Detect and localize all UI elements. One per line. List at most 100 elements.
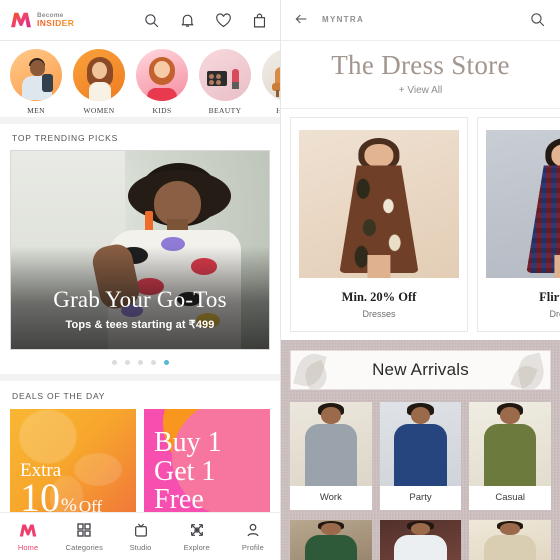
nav-label: Home [17,542,39,552]
myntra-m-icon [0,522,56,539]
arrival-label: Casual [469,485,552,510]
product-title: Flirty Fits [539,289,560,304]
category-item-men[interactable]: MEN [10,49,62,115]
deals-section-label: DEALS OF THE DAY [0,381,280,409]
nav-label: Studio [129,542,152,552]
bag-icon[interactable] [251,12,268,29]
arrival-card[interactable] [379,519,462,560]
insider-word-label: INSIDER [37,18,75,28]
nav-item-profile[interactable]: Profile [225,522,280,552]
deal-line-2: Get 1 Free [154,455,216,516]
insider-text-block: Become INSIDER [37,12,75,28]
nav-item-studio[interactable]: Studio [112,522,168,552]
nav-item-home[interactable]: Home [0,522,56,552]
product-image [299,129,459,278]
deal-line-1: Buy 1 [154,427,222,459]
product-caption: Flirty Fits Dresses [486,290,560,319]
new-arrivals-grid-row-1[interactable]: Work Party Casual [290,390,552,510]
arrival-image [469,401,552,486]
arrival-image [379,401,462,486]
deal-off-label: Off [78,497,103,516]
product-image [486,129,560,278]
category-item-beauty[interactable]: BEAUTY [199,49,251,115]
arrival-card[interactable] [469,519,552,560]
person-icon [225,522,280,539]
tv-icon [112,522,168,539]
category-label: WOMEN [83,106,115,115]
arrival-image [469,519,552,560]
myntra-home-panel: Become INSIDER MEN WOMEN KIDS BEAUTY TOP… [0,0,281,560]
nav-item-categories[interactable]: Categories [56,522,112,552]
product-card-row[interactable]: Min. 20% Off Dresses Flirty Fits Dresses [281,108,560,340]
bell-icon[interactable] [179,12,196,29]
arrival-card-work[interactable]: Work [290,401,372,510]
carousel-dot[interactable] [137,360,143,365]
product-subtitle: Dresses [362,308,396,319]
hero-text-block: Grab Your Go-Tos Tops & tees starting at… [11,287,269,331]
store-top-bar: MYNTRA [281,0,560,38]
product-title: Min. 20% Off [341,289,417,304]
nav-item-explore[interactable]: Explore [169,522,225,552]
app-screenshot: Become INSIDER MEN WOMEN KIDS BEAUTY TOP… [0,0,560,560]
nav-label: Categories [65,542,103,552]
arrival-card-party[interactable]: Party [379,401,462,510]
product-subtitle: Dresses [549,308,560,319]
model-figure [516,136,560,278]
category-label: KIDS [152,106,172,115]
deal-discount: 10 % Off [20,474,103,519]
deal-number: 10 [20,474,60,519]
category-image-kids [136,49,188,101]
deal-card-bogo[interactable]: Buy 1 Get 1 Free [144,409,270,519]
arrival-card-casual[interactable]: Casual [469,401,552,510]
hero-subtitle: Tops & tees starting at ₹499 [65,319,215,331]
back-arrow-icon[interactable] [293,11,309,27]
compass-icon [169,522,225,539]
category-item-women[interactable]: WOMEN [73,49,125,115]
product-card[interactable]: Flirty Fits Dresses [477,116,560,332]
search-icon[interactable] [143,12,160,29]
myntra-logo-icon [11,12,31,28]
section-separator [0,117,280,124]
arrival-card[interactable] [290,519,372,560]
carousel-dot[interactable] [124,360,130,365]
home-top-bar: Become INSIDER [0,0,280,40]
deal-card-extra-off[interactable]: Extra 10 % Off [10,409,136,519]
category-item-kids[interactable]: KIDS [136,49,188,115]
model-figure [329,136,428,278]
view-all-link[interactable]: + View All [281,85,560,96]
new-arrivals-grid-row-2[interactable] [290,510,552,560]
carousel-dot[interactable] [111,360,117,365]
category-image-women [73,49,125,101]
myntra-insider-logo[interactable]: Become INSIDER [10,11,74,29]
dress-store-panel: MYNTRA The Dress Store + View All Min. 2… [281,0,560,560]
category-label: MEN [27,106,45,115]
nav-label: Explore [183,542,210,552]
new-arrivals-title: New Arrivals [372,359,469,379]
deal-card-text: Extra 10 % Off [20,461,103,519]
nav-label: Profile [241,542,264,552]
deals-row: Extra 10 % Off Buy 1 Get 1 Free [0,409,280,519]
arrival-label: Party [379,485,462,510]
grid-icon [56,522,112,539]
new-arrivals-section: New Arrivals Work Party Casual [281,340,560,560]
product-caption: Min. 20% Off Dresses [299,290,459,319]
category-image-beauty [199,49,251,101]
new-arrivals-banner: New Arrivals [290,349,551,390]
category-circles-row[interactable]: MEN WOMEN KIDS BEAUTY [0,41,280,117]
section-separator [0,374,280,381]
home-header-icons [143,12,268,29]
carousel-dot[interactable] [150,360,156,365]
product-card[interactable]: Min. 20% Off Dresses [290,116,468,332]
heart-icon[interactable] [215,12,232,29]
arrival-image [290,401,372,486]
store-header-title: MYNTRA [322,14,365,24]
category-image-home [262,49,280,101]
category-image-men [10,49,62,101]
carousel-dots[interactable] [0,350,280,374]
search-icon[interactable] [529,11,546,28]
carousel-dot-active[interactable] [163,360,169,365]
arrival-image [379,519,462,560]
category-item-home[interactable]: HOME [262,49,280,115]
store-title: The Dress Store [331,50,510,80]
trending-hero-banner[interactable]: Grab Your Go-Tos Tops & tees starting at… [10,150,270,350]
